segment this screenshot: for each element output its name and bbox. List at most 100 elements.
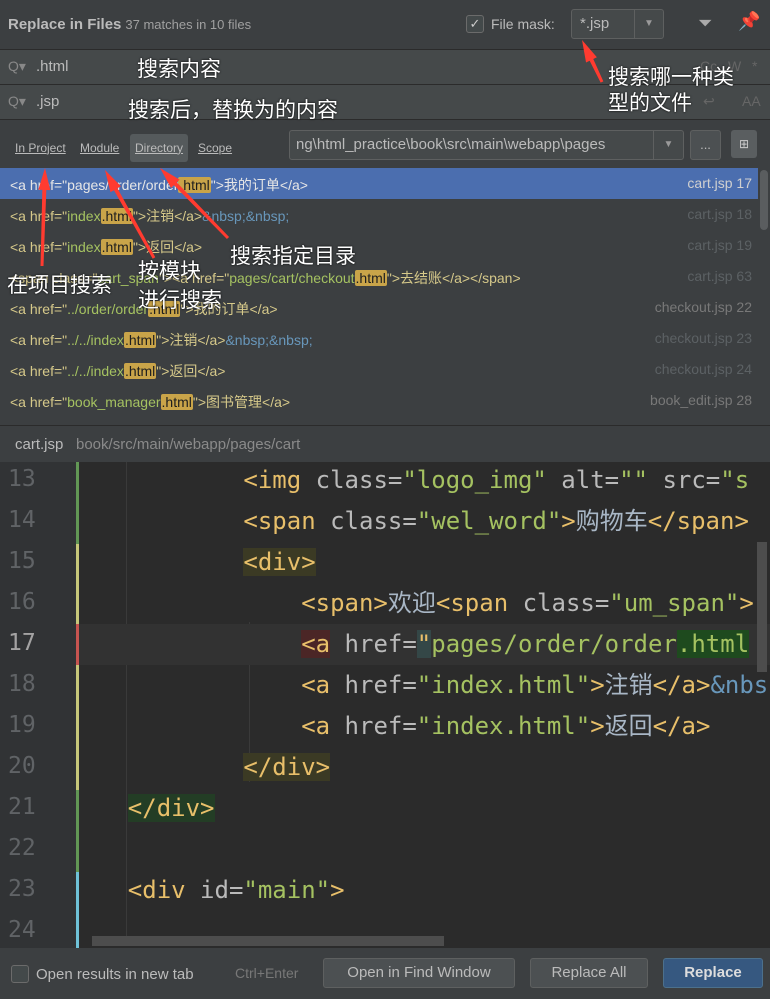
replace-input[interactable]: .jsp	[36, 93, 59, 110]
open-new-tab-label[interactable]: Open results in new tab	[36, 966, 194, 983]
results-scrollbar-thumb[interactable]	[760, 170, 768, 230]
search-icon[interactable]: Q▾	[8, 58, 26, 75]
code-token: ">去结账</a></span>	[386, 270, 521, 286]
code-token: <a href="	[10, 332, 68, 348]
result-row[interactable]: <a href="book_manager.html">图书管理</a> book…	[0, 385, 758, 416]
code-token: >	[590, 671, 605, 699]
code-token: ../../index	[67, 332, 124, 348]
code-line: <span class="wel_word">购物车</span>	[70, 501, 749, 542]
directory-dropdown[interactable]: ng\html_practice\book\src\main\webapp\pa…	[289, 130, 684, 160]
match-highlight: .html	[123, 363, 157, 379]
search-input[interactable]: .html	[36, 58, 69, 75]
code-token: ">注销</a>	[156, 332, 226, 348]
pin-icon[interactable]: 📌	[738, 11, 760, 32]
open-new-tab-checkbox[interactable]	[11, 965, 29, 983]
result-row[interactable]: <a href="pages/order/order.html">我的订单</a…	[0, 168, 758, 199]
code-token: ../order/order	[67, 301, 149, 317]
code-token: <a href="	[10, 239, 68, 255]
code-token: ">图书管理</a>	[192, 394, 291, 410]
result-file: checkout.jsp 24	[654, 361, 752, 377]
result-code: <a href="../../index.html">注销</a>&nbsp;&…	[10, 330, 313, 350]
code-token: </div>	[243, 753, 331, 781]
code-token: src=	[662, 466, 721, 494]
code-token: </a>	[652, 712, 711, 740]
code-token: href=	[344, 671, 417, 699]
tab-directory[interactable]: Directory	[130, 134, 189, 162]
code-token: <a href="pages/order/order	[10, 177, 179, 193]
code-token: href=	[330, 630, 417, 658]
code-token: </a>	[652, 671, 711, 699]
code-token: class=	[522, 589, 610, 617]
annotation-directory: 搜索指定目录	[230, 244, 356, 268]
tab-in-project[interactable]: In Project	[15, 141, 66, 155]
code-preview[interactable]: 13 <img class="logo_img" alt="" src="s 14…	[0, 462, 770, 948]
result-row[interactable]: <a href="../order/order.html">我的订单</a> ch…	[0, 292, 758, 323]
chevron-down-icon[interactable]: ▼	[634, 10, 663, 38]
code-token: <a	[301, 671, 345, 699]
code-token: >	[590, 712, 605, 740]
code-token: ""	[619, 466, 663, 494]
horizontal-scrollbar[interactable]	[92, 936, 444, 946]
code-token: id=	[200, 876, 244, 904]
code-token: <a	[301, 630, 331, 658]
search-icon[interactable]: Q▾	[8, 93, 26, 110]
tab-module[interactable]: Module	[80, 141, 119, 155]
preserve-case-icon[interactable]: AA	[742, 93, 761, 109]
dialog-footer: Open results in new tab Ctrl+Enter Open …	[0, 948, 770, 999]
directory-path: ng\html_practice\book\src\main\webapp\pa…	[296, 136, 606, 153]
result-code: <a href="../../index.html">返回</a>	[10, 361, 225, 381]
file-mask-checkbox[interactable]: ✓	[466, 15, 484, 33]
file-mask-dropdown[interactable]: *.jsp ▼	[571, 9, 664, 39]
code-token: "s	[720, 466, 750, 494]
code-token: 购物车	[575, 507, 648, 535]
directory-tree-icon[interactable]: ⊞	[731, 130, 757, 158]
open-in-find-window-button[interactable]: Open in Find Window	[323, 958, 515, 988]
result-row[interactable]: <a href="index.html">注销</a>&nbsp;&nbsp; c…	[0, 199, 758, 230]
file-mask-label: File mask:	[491, 16, 555, 32]
vertical-scrollbar[interactable]	[757, 542, 767, 672]
code-token: "index.html"	[416, 712, 591, 740]
result-code: <a href="pages/order/order.html">我的订单</a…	[10, 175, 308, 195]
code-token: &nbsp;&nbsp;	[225, 332, 313, 348]
code-token: pages/order/order	[431, 630, 677, 658]
code-token: <a href="	[10, 363, 68, 379]
code-line: </div>	[70, 747, 331, 788]
browse-button[interactable]: ...	[690, 130, 721, 160]
result-row[interactable]: <a href="index.html">返回</a> cart.jsp 19	[0, 230, 758, 261]
annotation-search-content: 搜索内容	[137, 57, 221, 81]
dialog-title: Replace in Files 37 matches in 10 files	[8, 16, 251, 33]
line-number: 15	[8, 548, 36, 574]
code-token: pages/cart/checkout	[229, 270, 355, 286]
code-line: <a href="index.html">返回</a>	[70, 706, 710, 747]
chevron-down-icon[interactable]: ▼	[653, 131, 683, 159]
regex-icon[interactable]: *	[752, 58, 757, 74]
code-token: ">返回</a>	[156, 363, 226, 379]
code-token: <div>	[243, 548, 316, 576]
tab-scope[interactable]: Scope	[198, 141, 232, 155]
code-token: ../../index	[67, 363, 124, 379]
code-token: <span>	[301, 589, 388, 617]
line-number: 20	[8, 753, 36, 779]
result-row[interactable]: <span class="cart_span"><a href="pages/c…	[0, 261, 758, 292]
code-token: href=	[344, 712, 417, 740]
line-number: 24	[8, 917, 36, 943]
result-row[interactable]: <a href="../../index.html">返回</a> checkou…	[0, 354, 758, 385]
code-token: <img	[243, 466, 316, 494]
dialog-header: Replace in Files 37 matches in 10 files ✓…	[0, 0, 770, 50]
result-file: checkout.jsp 23	[654, 330, 752, 346]
filter-icon[interactable]: ⏷	[698, 13, 712, 34]
code-token: <a href="	[10, 301, 68, 317]
replace-all-button[interactable]: Replace All	[530, 958, 648, 988]
match-highlight: .html	[160, 394, 193, 410]
code-token: <div	[127, 876, 201, 904]
results-list: <a href="pages/order/order.html">我的订单</a…	[0, 168, 758, 425]
code-token: "index.html"	[416, 671, 591, 699]
code-token: </div>	[127, 794, 215, 822]
annotation-replace-content: 搜索后，替换为的内容	[128, 98, 338, 122]
match-highlight: .html	[100, 208, 133, 224]
code-line: <div id="main">	[70, 870, 345, 911]
replace-button[interactable]: Replace	[663, 958, 763, 988]
result-row[interactable]: <a href="../../index.html">注销</a>&nbsp;&…	[0, 323, 758, 354]
